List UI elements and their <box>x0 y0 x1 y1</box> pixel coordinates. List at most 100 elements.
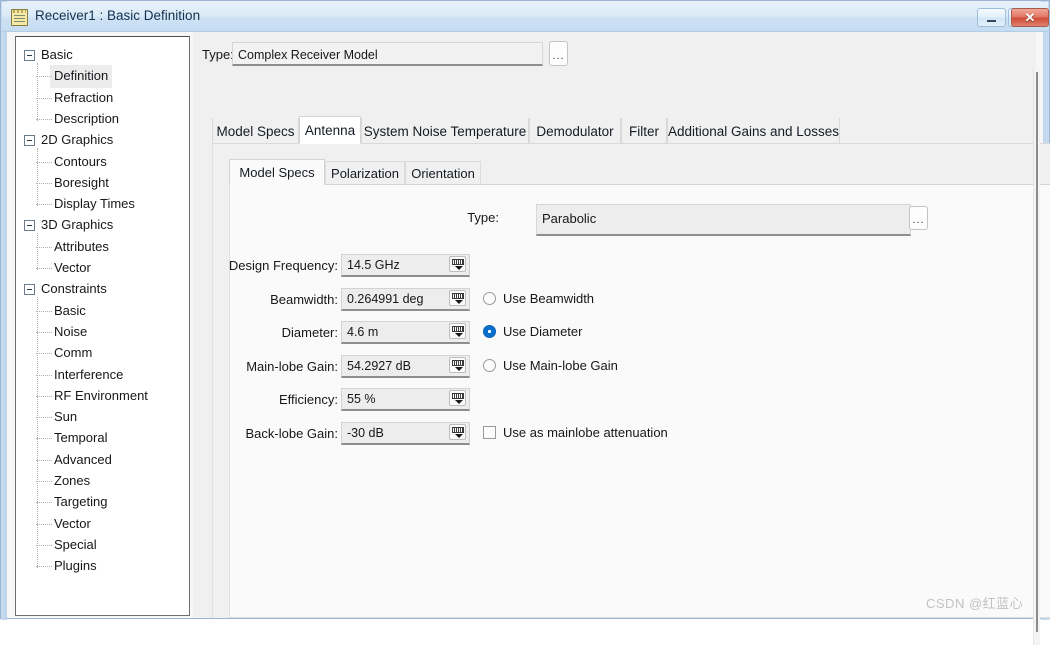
chevron-down-icon <box>455 299 463 304</box>
tab-system-noise-temperature[interactable]: System Noise Temperature <box>361 118 529 144</box>
tree-item-label: Display Times <box>54 196 135 212</box>
subtab-polarization[interactable]: Polarization <box>325 161 405 185</box>
window-title: Receiver1 : Basic Definition <box>35 8 201 23</box>
tree-item-targeting[interactable]: Targeting <box>36 492 107 512</box>
subtab-orientation[interactable]: Orientation <box>405 161 481 185</box>
checkbox-indicator[interactable] <box>483 425 496 439</box>
tree-item-attributes[interactable]: Attributes <box>36 237 109 257</box>
field-diameter[interactable]: 4.6 m <box>341 321 470 344</box>
antenna-type-input[interactable]: Parabolic <box>536 204 911 236</box>
field-main-lobe-gain[interactable]: 54.2927 dB <box>341 354 470 378</box>
tree-item-description[interactable]: Description <box>36 109 119 129</box>
receiver-type-browse-button[interactable]: ... <box>549 41 568 66</box>
antenna-type-browse-button[interactable]: ... <box>909 206 928 230</box>
tab-additional-gains-and-losses[interactable]: Additional Gains and Losses <box>667 118 840 144</box>
field-design-frequency[interactable]: 14.5 GHz <box>341 254 470 277</box>
label-back-lobe-gain: Back-lobe Gain: <box>245 425 339 441</box>
tree-item-vector[interactable]: Vector <box>36 514 91 534</box>
unit-selector-icon-back-lobe-gain[interactable] <box>449 423 466 440</box>
tree-item-label: Basic <box>54 302 86 318</box>
tree-expander-icon[interactable] <box>24 49 35 61</box>
subtab-model-specs[interactable]: Model Specs <box>229 159 325 185</box>
tree-expander-icon[interactable] <box>24 134 35 146</box>
unit-selector-icon-beamwidth[interactable] <box>449 289 466 306</box>
tree-item-vector[interactable]: Vector <box>36 258 91 278</box>
tab-demodulator[interactable]: Demodulator <box>529 118 621 144</box>
label-design-frequency: Design Frequency: <box>228 258 338 273</box>
tree-connector-line <box>36 502 52 504</box>
tree-item-refraction[interactable]: Refraction <box>36 88 114 108</box>
application-window: Receiver1 : Basic Definition ✕ Basic Defi… <box>0 0 1050 645</box>
tree-connector-line <box>36 268 52 269</box>
tree-item-contours[interactable]: Contours <box>36 152 107 172</box>
tab-model-specs[interactable]: Model Specs <box>212 118 299 144</box>
tree-connector-line <box>36 118 52 120</box>
tree-item-label: Boresight <box>54 174 109 190</box>
tree-item-label: RF Environment <box>54 387 148 403</box>
unit-selector-icon-diameter[interactable] <box>449 323 466 339</box>
unit-selector-icon-efficiency[interactable] <box>449 390 466 406</box>
tree-item-label: Contours <box>54 153 107 169</box>
tab-filter[interactable]: Filter <box>621 118 667 144</box>
tree-item-label: 2D Graphics <box>41 132 114 148</box>
radio-indicator[interactable] <box>483 358 496 372</box>
tree-item-2d-graphics[interactable]: 2D Graphics <box>24 130 113 150</box>
tree-item-zones[interactable]: Zones <box>36 471 90 491</box>
tree-item-advanced[interactable]: Advanced <box>36 450 112 470</box>
tree-item-special[interactable]: Special <box>36 535 97 555</box>
radio-use-main-lobe-gain[interactable]: Use Main-lobe Gain <box>483 358 618 373</box>
tree-item-constraints[interactable]: Constraints <box>24 279 107 299</box>
title-bar[interactable]: Receiver1 : Basic Definition ✕ <box>2 2 1049 32</box>
tree-item-label: Special <box>54 536 97 552</box>
tree-item-3d-graphics[interactable]: 3D Graphics <box>24 215 113 235</box>
tree-item-comm[interactable]: Comm <box>36 343 93 363</box>
unit-selector-icon-main-lobe-gain[interactable] <box>449 356 466 373</box>
tree-item-plugins[interactable]: Plugins <box>36 556 97 576</box>
close-button[interactable]: ✕ <box>1011 8 1049 27</box>
antenna-tab-strip[interactable]: Model Specs Antenna System Noise Temperatu… <box>212 116 1012 144</box>
tree-expander-icon[interactable] <box>24 219 35 231</box>
tree-item-display-times[interactable]: Display Times <box>36 194 135 214</box>
radio-use-diameter[interactable]: Use Diameter <box>483 324 582 339</box>
unit-glyph <box>452 359 464 366</box>
tree-expander-icon[interactable] <box>24 283 35 295</box>
tree-connector-line <box>36 481 52 482</box>
tree-item-interference[interactable]: Interference <box>36 365 123 385</box>
field-back-lobe-gain[interactable]: -30 dB <box>341 421 470 445</box>
tree-item-noise[interactable]: Noise <box>36 322 87 342</box>
tree-item-label: Advanced <box>54 451 112 467</box>
navigation-tree[interactable]: Basic Definition Refraction Description 2D G… <box>15 36 190 616</box>
tree-connector-line <box>36 417 52 419</box>
tree-connector-line <box>36 459 52 461</box>
tree-item-rf-environment[interactable]: RF Environment <box>36 386 148 406</box>
tree-item-basic[interactable]: Basic <box>36 301 86 321</box>
tree-item-boresight[interactable]: Boresight <box>36 173 109 193</box>
tree-item-label: 3D Graphics <box>41 217 114 233</box>
tree-item-temporal[interactable]: Temporal <box>36 428 107 448</box>
tree-item-label: Plugins <box>54 558 97 574</box>
tree-connector-line <box>36 204 52 206</box>
tree-item-label: Refraction <box>54 89 114 105</box>
chevron-down-icon <box>455 433 463 438</box>
tree-item-basic[interactable]: Basic <box>24 45 73 65</box>
unit-selector-icon-design-frequency[interactable] <box>449 256 466 272</box>
tree-item-sun[interactable]: Sun <box>36 407 77 427</box>
radio-indicator[interactable] <box>483 291 496 305</box>
tree-item-label: Basic <box>41 47 73 62</box>
option-label-use-as-mainlobe-attenuation: Use as mainlobe attenuation <box>503 424 668 440</box>
tab-antenna[interactable]: Antenna <box>299 116 361 144</box>
tree-item-definition[interactable]: Definition <box>36 64 113 88</box>
minimize-button[interactable] <box>977 8 1006 27</box>
tree-connector-line <box>36 97 52 99</box>
label-diameter: Diameter: <box>281 325 338 340</box>
receiver-type-input[interactable]: Complex Receiver Model <box>232 42 543 66</box>
chevron-down-icon <box>455 366 463 371</box>
checkbox-use-as-mainlobe-attenuation[interactable]: Use as mainlobe attenuation <box>483 425 668 440</box>
radio-indicator[interactable] <box>483 325 496 338</box>
tree-item-label: Comm <box>54 345 93 361</box>
watermark-text: CSDN @红蓝心 <box>926 596 1024 611</box>
radio-use-beamwidth[interactable]: Use Beamwidth <box>483 291 594 306</box>
field-beamwidth[interactable]: 0.264991 deg <box>341 287 470 311</box>
content-scrollbar-thumb[interactable] <box>1036 72 1038 632</box>
field-efficiency[interactable]: 55 % <box>341 388 470 411</box>
